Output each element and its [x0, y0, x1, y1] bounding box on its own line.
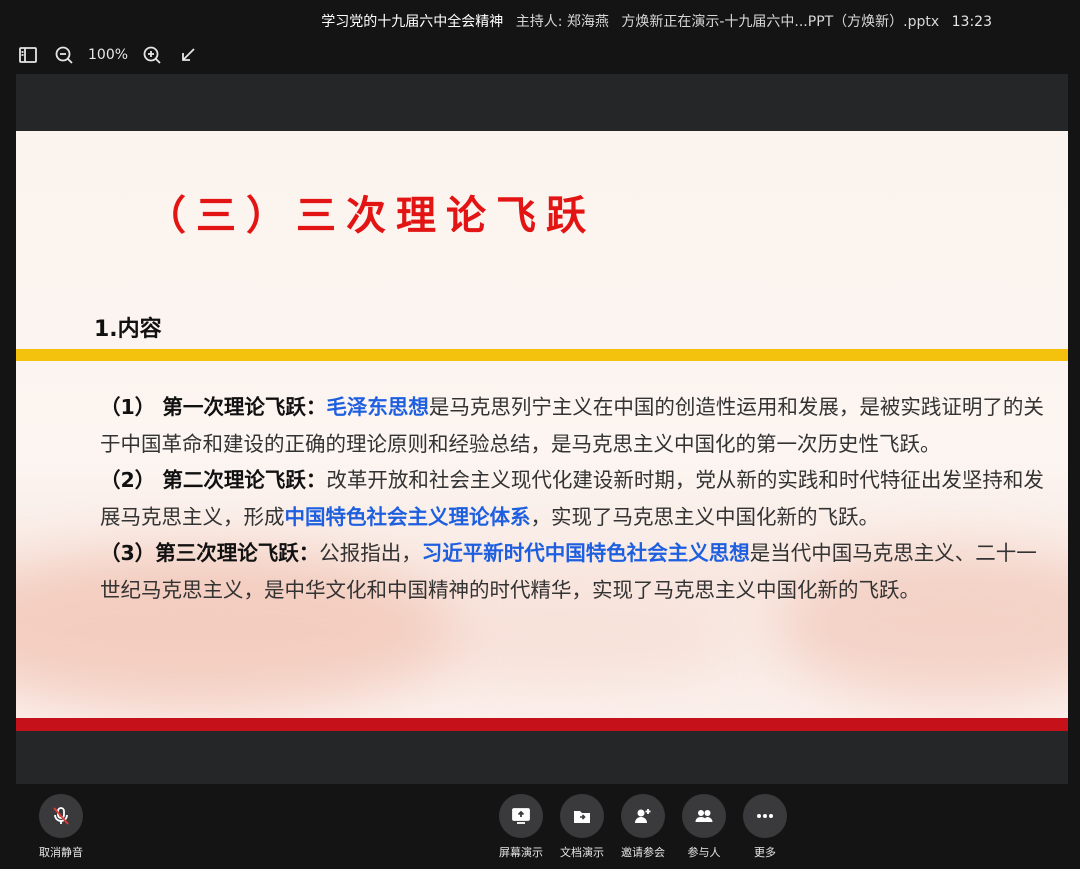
invite-label: 邀请参会 — [621, 846, 665, 859]
screen-share-button[interactable]: 屏幕演示 — [486, 794, 556, 860]
paragraph-first-leap: （1） 第一次理论飞跃：毛泽东思想是马克思列宁主义在中国的创造性运用和发展，是被… — [100, 389, 1052, 462]
participants-label: 参与人 — [687, 846, 721, 859]
ink-wash-decoration — [376, 601, 736, 681]
meeting-host: 主持人: 郑海燕 — [515, 14, 609, 30]
zoom-level: 100% — [88, 47, 129, 63]
collapse-arrow-icon[interactable] — [176, 43, 200, 67]
title-bar: 学习党的十九届六中全会精神 主持人: 郑海燕 方焕新正在演示-十九届六中...P… — [0, 0, 1080, 42]
zoom-in-icon[interactable] — [140, 43, 164, 67]
paragraph-lead: （2） 第二次理论飞跃： — [100, 468, 327, 492]
slide-title: （三）三次理论飞跃 — [146, 193, 596, 239]
presentation-stage: （三）三次理论飞跃 1.内容 （1） 第一次理论飞跃：毛泽东思想是马克思列宁主义… — [16, 74, 1068, 784]
meeting-title: 学习党的十九届六中全会精神 — [321, 14, 504, 30]
meeting-controls: 取消静音 屏幕演示 文档演示 邀请参会 参与人 更多 — [0, 784, 1080, 869]
participants-button[interactable]: 参与人 — [669, 794, 739, 860]
meeting-clock: 13:23 — [951, 14, 992, 30]
add-user-icon — [621, 794, 665, 838]
participants-icon — [682, 794, 726, 838]
red-footer-bar — [16, 718, 1068, 731]
screen-share-label: 屏幕演示 — [499, 846, 543, 859]
yellow-divider — [16, 349, 1068, 361]
paragraph-text: ，实现了马克思主义中国化新的飞跃。 — [530, 504, 880, 529]
meeting-window: 学习党的十九届六中全会精神 主持人: 郑海燕 方焕新正在演示-十九届六中...P… — [0, 0, 1080, 869]
paragraph-third-leap: （3）第三次理论飞跃：公报指出，习近平新时代中国特色社会主义思想是当代中国马克思… — [100, 535, 1052, 608]
more-button[interactable]: 更多 — [730, 794, 800, 860]
paragraph-text: 公报指出， — [319, 541, 422, 565]
unmute-button[interactable]: 取消静音 — [26, 794, 96, 860]
highlight-term: 毛泽东思想 — [326, 395, 429, 419]
highlight-term: 中国特色社会主义理论体系 — [284, 504, 531, 529]
folder-icon — [560, 794, 604, 838]
doc-share-button[interactable]: 文档演示 — [547, 794, 617, 860]
meeting-info: 学习党的十九届六中全会精神 主持人: 郑海燕 方焕新正在演示-十九届六中...P… — [321, 11, 1000, 31]
more-label: 更多 — [754, 846, 776, 859]
unmute-label: 取消静音 — [39, 846, 83, 859]
invite-button[interactable]: 邀请参会 — [608, 794, 678, 860]
doc-share-label: 文档演示 — [560, 846, 604, 859]
slide-body: （1） 第一次理论飞跃：毛泽东思想是马克思列宁主义在中国的创造性运用和发展，是被… — [100, 389, 1052, 608]
mic-muted-icon — [39, 794, 83, 838]
highlight-term: 习近平新时代中国特色社会主义思想 — [421, 541, 750, 565]
view-toolbar: 100% — [16, 42, 200, 68]
more-dots-icon — [743, 794, 787, 838]
zoom-out-icon[interactable] — [52, 43, 76, 67]
screen-share-icon — [499, 794, 543, 838]
paragraph-lead: （1） 第一次理论飞跃： — [100, 395, 327, 419]
sidebar-toggle-icon[interactable] — [16, 43, 40, 67]
slide: （三）三次理论飞跃 1.内容 （1） 第一次理论飞跃：毛泽东思想是马克思列宁主义… — [16, 131, 1068, 731]
presenting-status: 方焕新正在演示-十九届六中...PPT（方焕新）.pptx — [621, 14, 940, 30]
paragraph-lead: （3）第三次理论飞跃： — [100, 541, 320, 565]
paragraph-second-leap: （2） 第二次理论飞跃：改革开放和社会主义现代化建设新时期，党从新的实践和时代特… — [100, 462, 1052, 535]
section-label: 1.内容 — [94, 317, 162, 342]
